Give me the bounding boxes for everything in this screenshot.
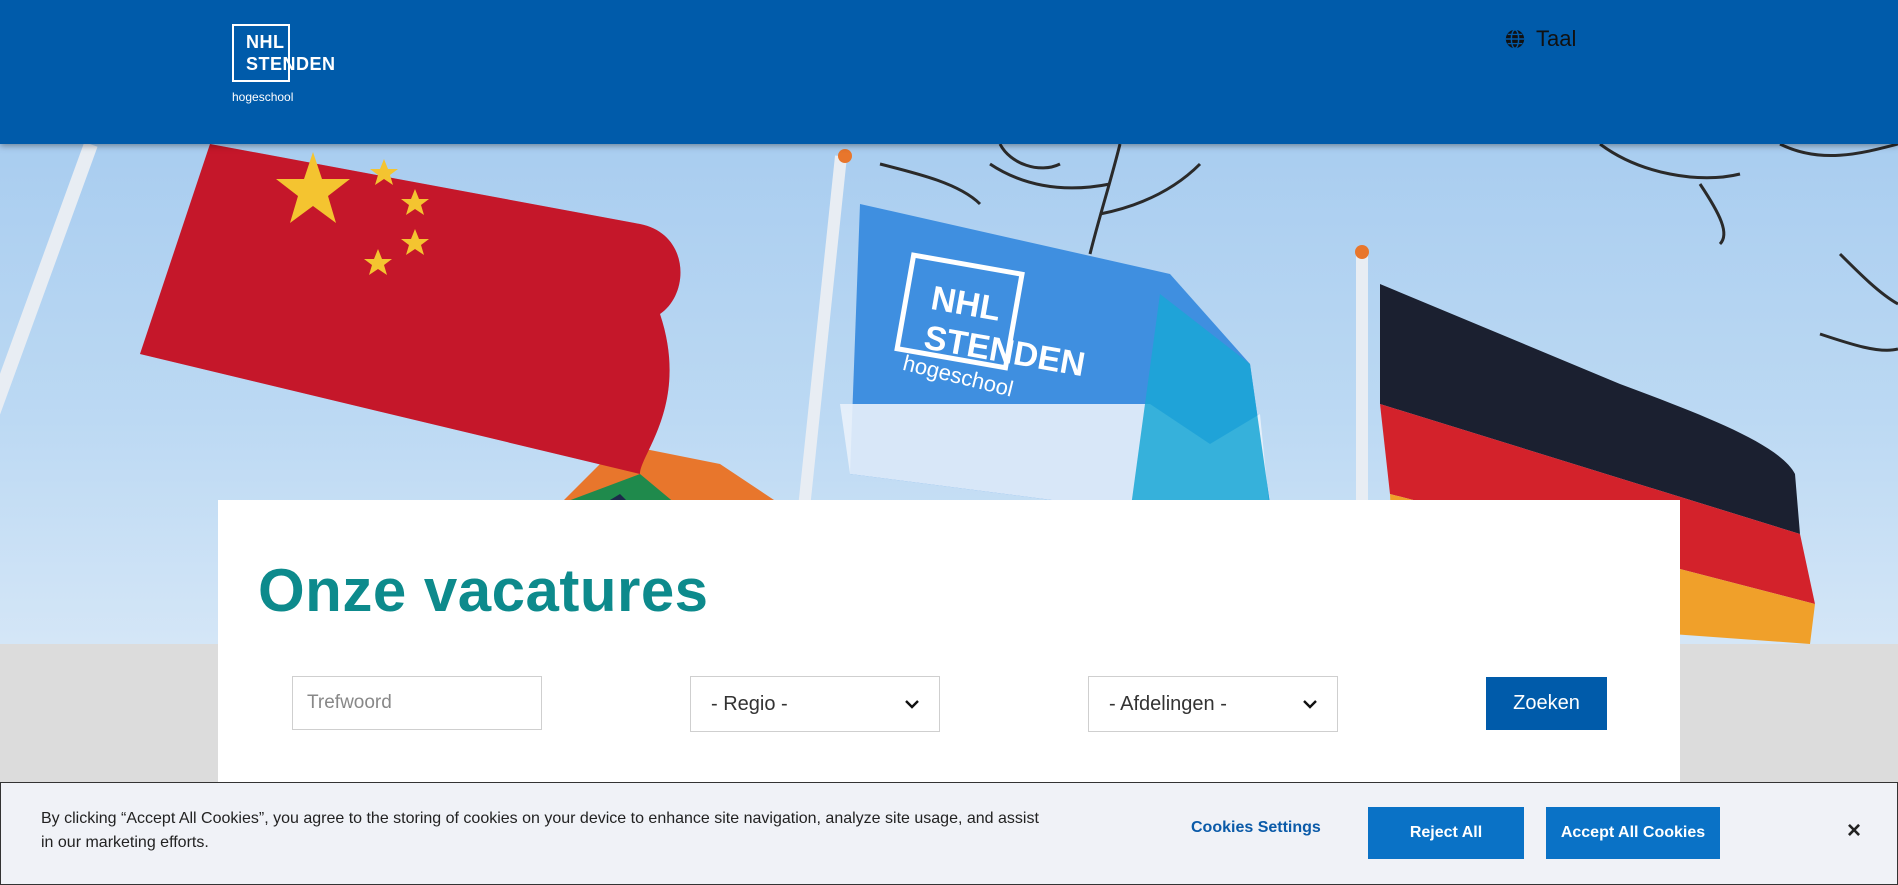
- language-label: Taal: [1536, 26, 1577, 51]
- department-select-value: - Afdelingen -: [1109, 692, 1227, 715]
- region-select[interactable]: - Regio -: [690, 676, 940, 732]
- nhl-stenden-logo[interactable]: NHL STENDEN hogeschool: [232, 24, 342, 106]
- site-header: NHL STENDEN hogeschool Taal: [0, 0, 1898, 144]
- cookies-settings-link[interactable]: Cookies Settings: [1191, 819, 1321, 837]
- globe-icon: [1505, 29, 1525, 49]
- chevron-down-icon: [1303, 700, 1317, 709]
- logo-text-nhl: NHL: [246, 32, 285, 52]
- keyword-input[interactable]: [292, 676, 542, 730]
- search-button[interactable]: Zoeken: [1486, 677, 1607, 730]
- cookie-consent-text: By clicking “Accept All Cookies”, you ag…: [41, 810, 1039, 851]
- flagpole-left: [0, 144, 98, 636]
- reject-all-button[interactable]: Reject All: [1368, 807, 1524, 859]
- language-selector[interactable]: Taal: [1504, 26, 1576, 52]
- accept-all-cookies-button[interactable]: Accept All Cookies: [1546, 807, 1720, 859]
- vacancy-search-card: Onze vacatures - Regio - - Afdelingen - …: [218, 500, 1680, 790]
- logo-text-hogeschool: hogeschool: [232, 90, 294, 104]
- region-select-value: - Regio -: [711, 692, 788, 715]
- logo-text-stenden: STENDEN: [246, 54, 336, 74]
- close-icon[interactable]: ×: [1847, 817, 1861, 845]
- cookie-banner: By clicking “Accept All Cookies”, you ag…: [0, 782, 1898, 885]
- department-select[interactable]: - Afdelingen -: [1088, 676, 1338, 732]
- chevron-down-icon: [905, 700, 919, 709]
- page-title: Onze vacatures: [258, 557, 709, 624]
